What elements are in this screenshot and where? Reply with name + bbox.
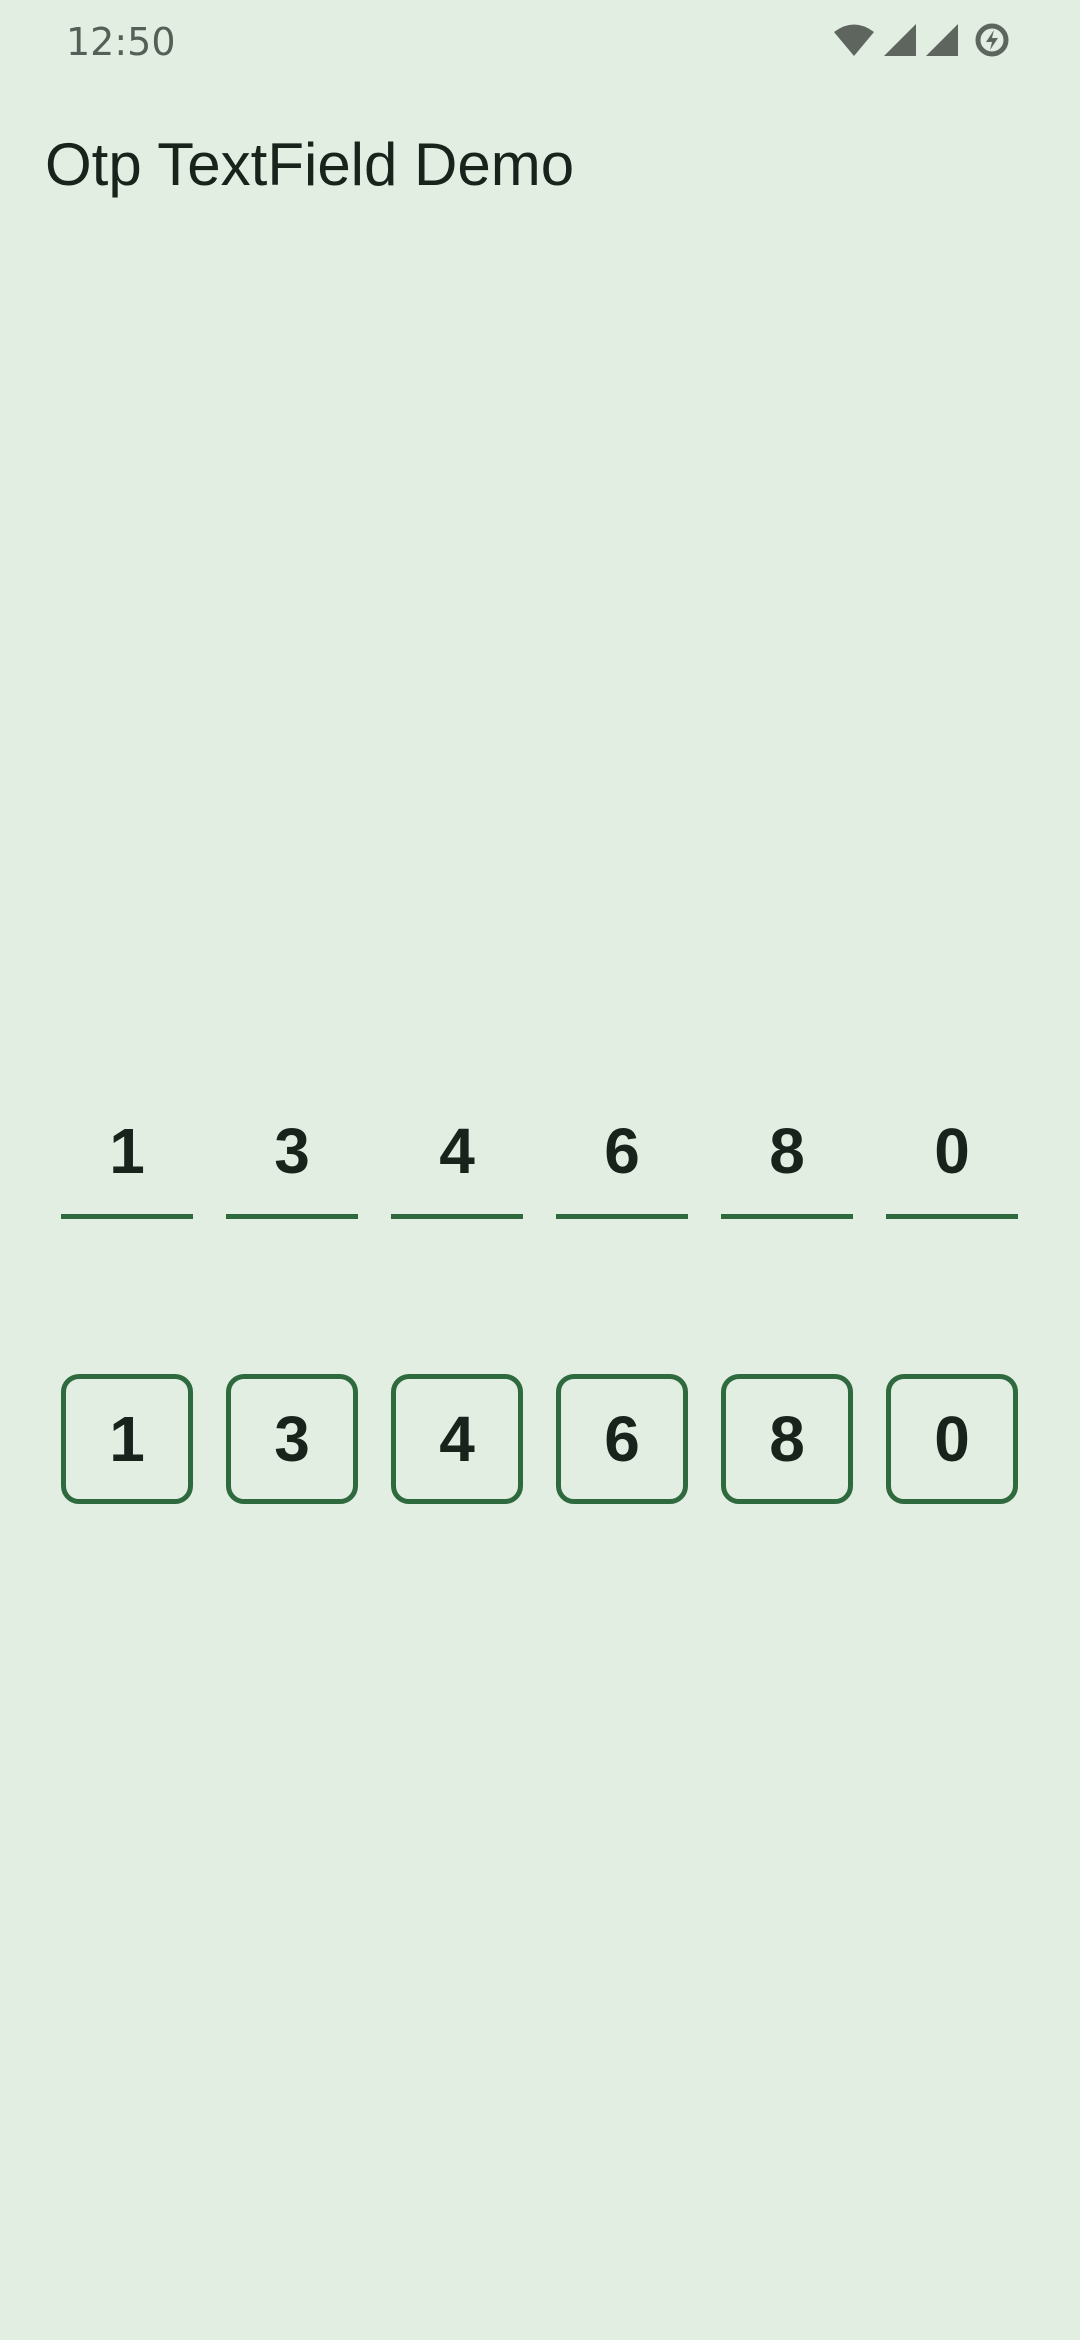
cell-signal-icon [924,23,960,62]
otp-digit-box[interactable]: 8 [721,1374,853,1504]
otp-digit-field[interactable]: 8 [721,1105,853,1219]
otp-digit-field[interactable]: 6 [556,1105,688,1219]
status-time: 12:50 [66,20,176,64]
otp-digit-box[interactable]: 4 [391,1374,523,1504]
battery-saver-icon [974,22,1010,63]
cell-signal-icon [882,23,918,62]
otp-digit-box[interactable]: 1 [61,1374,193,1504]
otp-digit-box[interactable]: 0 [886,1374,1018,1504]
otp-digit-field[interactable]: 0 [886,1105,1018,1219]
status-icons [832,22,1010,62]
otp-digit-box[interactable]: 6 [556,1374,688,1504]
otp-digit-field[interactable]: 3 [226,1105,358,1219]
otp-digit-field[interactable]: 4 [391,1105,523,1219]
otp-digit-box[interactable]: 3 [226,1374,358,1504]
otp-digit-field[interactable]: 1 [61,1105,193,1219]
app-title: Otp TextField Demo [45,131,575,198]
status-bar: 12:50 [0,0,1080,84]
wifi-icon [832,23,876,62]
